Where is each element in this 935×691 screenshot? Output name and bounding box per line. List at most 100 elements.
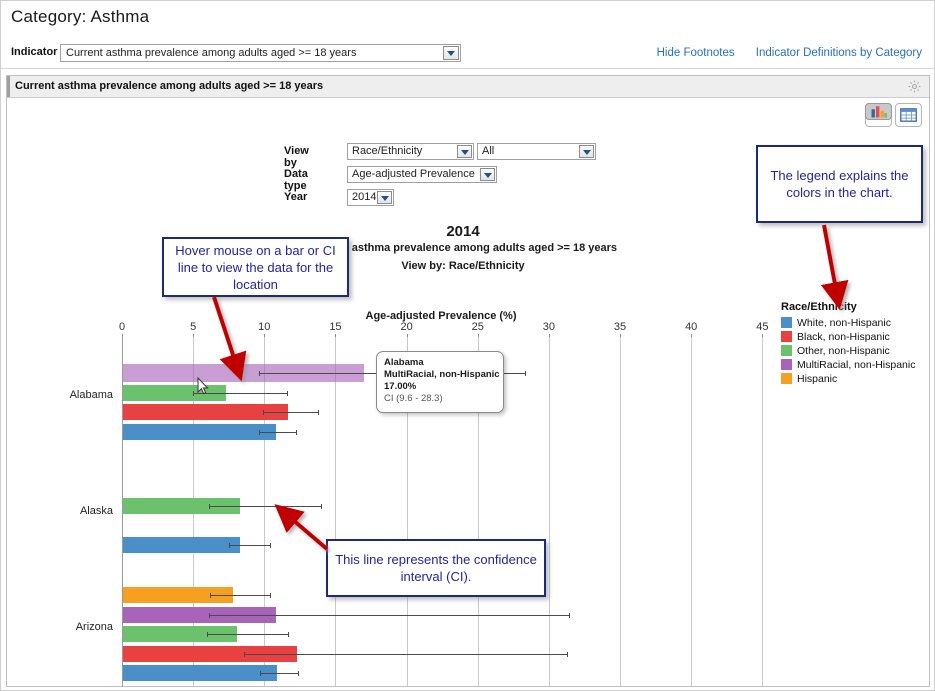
- confidence-interval-cap: [207, 632, 208, 637]
- indicator-label: Indicator: [11, 46, 57, 58]
- x-axis-tick-label: 20: [400, 321, 412, 333]
- confidence-interval-cap: [263, 410, 264, 415]
- legend-item-label: Other, non-Hispanic: [797, 345, 890, 357]
- legend-swatch: [781, 317, 792, 328]
- view-by-select[interactable]: Race/Ethnicity: [347, 143, 474, 160]
- legend-item[interactable]: Hispanic: [781, 372, 915, 385]
- gridline: [549, 337, 550, 687]
- panel-accent: [7, 76, 10, 97]
- gridline: [691, 337, 692, 687]
- gridline: [620, 337, 621, 687]
- confidence-interval-cap: [229, 543, 230, 548]
- confidence-interval-line[interactable]: [259, 432, 296, 433]
- chart-title-block: 2014 Current asthma prevalence among adu…: [1, 223, 925, 274]
- chevron-down-icon[interactable]: [443, 46, 459, 60]
- chart-bar[interactable]: [122, 665, 277, 681]
- chevron-down-icon[interactable]: [377, 191, 392, 204]
- y-axis-category-label: Alabama: [21, 389, 113, 401]
- data-type-select[interactable]: Age-adjusted Prevalence: [347, 166, 497, 183]
- legend-item-label: Hispanic: [797, 373, 837, 385]
- confidence-interval-cap: [298, 671, 299, 676]
- confidence-interval-cap: [318, 410, 319, 415]
- confidence-interval-line[interactable]: [210, 595, 270, 596]
- confidence-interval-cap: [270, 543, 271, 548]
- chart-bar[interactable]: [122, 537, 240, 553]
- legend-swatch: [781, 345, 792, 356]
- confidence-interval-cap: [209, 504, 210, 509]
- year-value: 2014: [352, 191, 376, 203]
- data-tooltip: Alabama MultiRacial, non-Hispanic 17.00%…: [376, 351, 504, 413]
- legend-title: Race/Ethnicity: [781, 301, 915, 313]
- chevron-down-icon[interactable]: [457, 145, 472, 158]
- callout-ci: This line represents the confidence inte…: [326, 539, 546, 597]
- confidence-interval-cap: [270, 593, 271, 598]
- legend-item[interactable]: Black, non-Hispanic: [781, 330, 915, 343]
- chart-bar[interactable]: [122, 424, 276, 440]
- y-axis-category-label: Arizona: [21, 621, 113, 633]
- chart-subtitle: Current asthma prevalence among adults a…: [1, 241, 925, 256]
- confidence-interval-cap: [259, 371, 260, 376]
- confidence-interval-cap: [288, 632, 289, 637]
- confidence-interval-line[interactable]: [209, 506, 321, 507]
- chart-legend: Race/Ethnicity White, non-HispanicBlack,…: [781, 301, 915, 386]
- x-axis-tick-label: 0: [119, 321, 125, 333]
- callout-hover: Hover mouse on a bar or CI line to view …: [162, 237, 349, 297]
- table-view-button[interactable]: [895, 103, 922, 127]
- legend-item[interactable]: MultiRacial, non-Hispanic: [781, 358, 915, 371]
- view-by-filter-select[interactable]: All: [477, 143, 596, 160]
- application-window: Category: Asthma Indicator Current asthm…: [0, 0, 935, 691]
- mouse-cursor-icon: [197, 377, 209, 395]
- tooltip-series: MultiRacial, non-Hispanic: [384, 369, 496, 381]
- data-type-label: Data type: [284, 168, 308, 192]
- data-type-value: Age-adjusted Prevalence: [352, 168, 475, 180]
- hide-footnotes-link[interactable]: Hide Footnotes: [657, 47, 735, 59]
- x-axis-tick-label: 5: [190, 321, 196, 333]
- confidence-interval-line[interactable]: [207, 634, 288, 635]
- view-by-label: View by: [284, 145, 309, 169]
- chart-subtitle-viewby: View by: Race/Ethnicity: [1, 258, 925, 274]
- panel-header-title: Current asthma prevalence among adults a…: [15, 80, 323, 92]
- confidence-interval-cap: [244, 652, 245, 657]
- legend-swatch: [781, 331, 792, 342]
- page-title: Category: Asthma: [11, 7, 149, 27]
- legend-item[interactable]: Other, non-Hispanic: [781, 344, 915, 357]
- confidence-interval-line[interactable]: [244, 654, 567, 655]
- confidence-interval-cap: [321, 504, 322, 509]
- callout-legend: The legend explains the colors in the ch…: [756, 145, 923, 223]
- confidence-interval-cap: [569, 613, 570, 618]
- confidence-interval-cap: [287, 391, 288, 396]
- confidence-interval-line[interactable]: [229, 545, 270, 546]
- year-select[interactable]: 2014: [347, 189, 394, 206]
- legend-swatch: [781, 359, 792, 370]
- x-axis-tick-label: 30: [543, 321, 555, 333]
- view-mode-toggle: [865, 103, 922, 127]
- chart-title-year: 2014: [1, 223, 925, 241]
- confidence-interval-cap: [567, 652, 568, 657]
- confidence-interval-cap: [209, 613, 210, 618]
- confidence-interval-cap: [260, 671, 261, 676]
- chevron-down-icon[interactable]: [579, 145, 594, 158]
- chevron-down-icon[interactable]: [480, 168, 495, 181]
- indicator-definitions-link[interactable]: Indicator Definitions by Category: [756, 47, 922, 59]
- confidence-interval-cap: [259, 430, 260, 435]
- legend-item[interactable]: White, non-Hispanic: [781, 316, 915, 329]
- y-axis-category-label: Alaska: [21, 505, 113, 517]
- indicator-select-value: Current asthma prevalence among adults a…: [66, 47, 356, 59]
- callout-legend-text: The legend explains the colors in the ch…: [764, 167, 915, 201]
- confidence-interval-cap: [193, 391, 194, 396]
- confidence-interval-line[interactable]: [260, 673, 298, 674]
- view-by-value: Race/Ethnicity: [352, 145, 422, 157]
- gear-icon[interactable]: [907, 79, 922, 94]
- callout-ci-text: This line represents the confidence inte…: [334, 551, 538, 585]
- panel-header: Current asthma prevalence among adults a…: [7, 76, 929, 98]
- chart-view-button[interactable]: [865, 103, 892, 120]
- year-label: Year: [284, 191, 307, 203]
- indicator-select[interactable]: Current asthma prevalence among adults a…: [60, 44, 461, 62]
- callout-hover-text: Hover mouse on a bar or CI line to view …: [170, 242, 341, 293]
- confidence-interval-line[interactable]: [263, 412, 318, 413]
- confidence-interval-line[interactable]: [209, 615, 569, 616]
- x-axis-tick-label: 15: [329, 321, 341, 333]
- view-by-filter-value: All: [482, 145, 494, 157]
- legend-swatch: [781, 373, 792, 384]
- divider: [1, 68, 934, 69]
